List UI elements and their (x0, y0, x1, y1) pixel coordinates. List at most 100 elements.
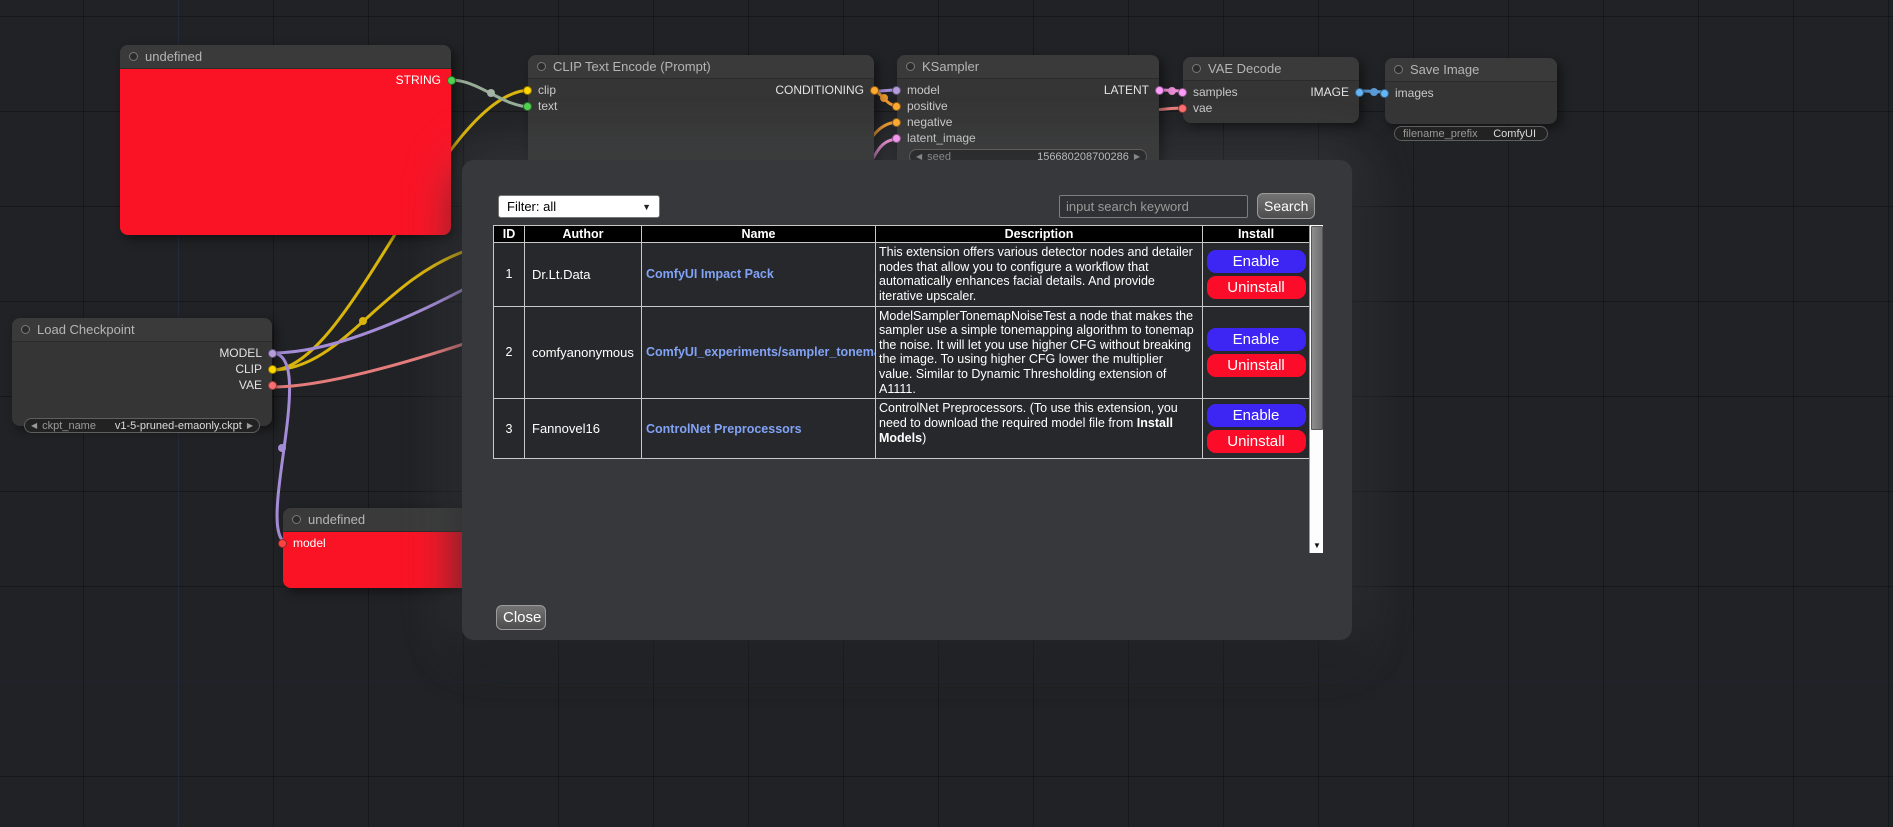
node-header[interactable]: VAE Decode (1183, 57, 1359, 81)
node-title: undefined (145, 49, 202, 64)
filename-prefix-widget[interactable]: filename_prefix ComfyUI (1394, 126, 1548, 141)
output-slot-vae[interactable]: VAE (239, 378, 264, 392)
slot-dot[interactable] (1178, 88, 1187, 97)
chevron-down-icon: ▼ (642, 202, 651, 212)
input-slot-text[interactable]: text (536, 99, 557, 113)
collapse-dot-icon[interactable] (537, 62, 546, 71)
header-install: Install (1203, 226, 1310, 243)
scrollbar-thumb[interactable] (1311, 226, 1323, 430)
slot-dot[interactable] (892, 134, 901, 143)
slot-dot[interactable] (268, 365, 277, 374)
scrollbar-down-icon[interactable]: ▼ (1310, 539, 1323, 553)
collapse-dot-icon[interactable] (21, 325, 30, 334)
widget-decrement-icon[interactable]: ◀ (31, 422, 37, 430)
extension-install-cell: Enable Uninstall (1203, 243, 1310, 307)
enable-button[interactable]: Enable (1207, 328, 1306, 351)
enable-button[interactable]: Enable (1207, 404, 1306, 427)
extension-link[interactable]: ControlNet Preprocessors (646, 422, 802, 436)
extension-author: Dr.Lt.Data (525, 243, 642, 307)
output-slot-string[interactable]: STRING (396, 73, 443, 87)
slot-dot[interactable] (278, 539, 287, 548)
collapse-dot-icon[interactable] (906, 62, 915, 71)
node-title: VAE Decode (1208, 61, 1281, 76)
search-button[interactable]: Search (1257, 193, 1315, 219)
comfyui-canvas[interactable]: { "colors": { "node_error": "#fa1325", "… (0, 0, 1893, 827)
ckpt-name-widget[interactable]: ◀ ckpt_name v1-5-pruned-emaonly.ckpt ▶ (24, 418, 260, 433)
extension-name-cell: ComfyUI Impact Pack (642, 243, 876, 307)
node-header[interactable]: Save Image (1385, 58, 1557, 82)
close-button[interactable]: Close (496, 605, 546, 630)
input-slot-positive[interactable]: positive (905, 99, 948, 113)
output-slot-conditioning[interactable]: CONDITIONING (775, 83, 866, 97)
extensions-table-body: 1Dr.Lt.DataComfyUI Impact PackThis exten… (494, 243, 1310, 459)
extension-row: 3Fannovel16ControlNet PreprocessorsContr… (494, 399, 1310, 459)
slot-dot[interactable] (523, 86, 532, 95)
node-title: Load Checkpoint (37, 322, 135, 337)
extension-name-cell: ComfyUI_experiments/sampler_tonemap (642, 306, 876, 399)
header-name: Name (642, 226, 876, 243)
slot-dot[interactable] (268, 349, 277, 358)
extension-row: 1Dr.Lt.DataComfyUI Impact PackThis exten… (494, 243, 1310, 307)
extension-id: 2 (494, 306, 525, 399)
header-author: Author (525, 226, 642, 243)
extension-id: 3 (494, 399, 525, 459)
node-title: CLIP Text Encode (Prompt) (553, 59, 711, 74)
input-slot-samples[interactable]: samples (1191, 85, 1238, 99)
node-body: samples IMAGE vae (1183, 81, 1359, 123)
enable-button[interactable]: Enable (1207, 250, 1306, 273)
node-undefined-top[interactable]: undefined STRING (120, 45, 451, 235)
slot-dot[interactable] (892, 86, 901, 95)
input-slot-model[interactable]: model (291, 536, 326, 550)
node-header[interactable]: undefined (120, 45, 451, 69)
collapse-dot-icon[interactable] (1394, 65, 1403, 74)
input-slot-images[interactable]: images (1393, 86, 1434, 100)
extension-row: 2comfyanonymous ComfyUI_experiments/sampl… (494, 306, 1310, 399)
input-slot-latent-image[interactable]: latent_image (905, 131, 976, 145)
output-slot-model[interactable]: MODEL (219, 346, 264, 360)
input-slot-clip[interactable]: clip (536, 83, 556, 97)
node-header[interactable]: CLIP Text Encode (Prompt) (528, 55, 874, 79)
input-slot-negative[interactable]: negative (905, 115, 952, 129)
uninstall-button[interactable]: Uninstall (1207, 354, 1306, 377)
output-slot-latent[interactable]: LATENT (1104, 83, 1151, 97)
filter-select[interactable]: Filter: all ▼ (498, 195, 660, 218)
table-header-row: ID Author Name Description Install (494, 226, 1310, 243)
slot-dot[interactable] (1380, 89, 1389, 98)
collapse-dot-icon[interactable] (292, 515, 301, 524)
slot-dot[interactable] (268, 381, 277, 390)
extension-author: Fannovel16 (525, 399, 642, 459)
search-input[interactable] (1059, 195, 1248, 218)
extensions-table: ID Author Name Description Install 1Dr.L… (493, 225, 1323, 553)
extension-install-cell: Enable Uninstall (1203, 306, 1310, 399)
collapse-dot-icon[interactable] (1192, 64, 1201, 73)
collapse-dot-icon[interactable] (129, 52, 138, 61)
node-title: undefined (308, 512, 365, 527)
extension-link[interactable]: ComfyUI Impact Pack (646, 267, 774, 281)
slot-dot[interactable] (870, 86, 879, 95)
extension-author: comfyanonymous (525, 306, 642, 399)
extension-install-cell: Enable Uninstall (1203, 399, 1310, 459)
slot-dot[interactable] (892, 118, 901, 127)
node-title: KSampler (922, 59, 979, 74)
uninstall-button[interactable]: Uninstall (1207, 276, 1306, 299)
slot-dot[interactable] (1178, 104, 1187, 113)
node-load-checkpoint[interactable]: Load Checkpoint MODEL CLIP VAE ◀ ckpt_na… (12, 318, 272, 426)
slot-dot[interactable] (1155, 86, 1164, 95)
slot-dot[interactable] (447, 76, 456, 85)
uninstall-button[interactable]: Uninstall (1207, 430, 1306, 453)
output-slot-clip[interactable]: CLIP (235, 362, 264, 376)
slot-dot[interactable] (892, 102, 901, 111)
node-header[interactable]: KSampler (897, 55, 1159, 79)
input-slot-model[interactable]: model (905, 83, 940, 97)
slot-dot[interactable] (1355, 88, 1364, 97)
node-vae-decode[interactable]: VAE Decode samples IMAGE vae (1183, 57, 1359, 123)
node-body: MODEL CLIP VAE ◀ ckpt_name v1-5-pruned-e… (12, 342, 272, 426)
output-slot-image[interactable]: IMAGE (1310, 85, 1351, 99)
node-header[interactable]: Load Checkpoint (12, 318, 272, 342)
widget-increment-icon[interactable]: ▶ (247, 422, 253, 430)
table-scrollbar[interactable]: ▼ (1309, 225, 1323, 553)
input-slot-vae[interactable]: vae (1191, 101, 1212, 115)
extension-link[interactable]: ComfyUI_experiments/sampler_tonemap (646, 345, 876, 359)
node-save-image[interactable]: Save Image images filename_prefix ComfyU… (1385, 58, 1557, 124)
slot-dot[interactable] (523, 102, 532, 111)
